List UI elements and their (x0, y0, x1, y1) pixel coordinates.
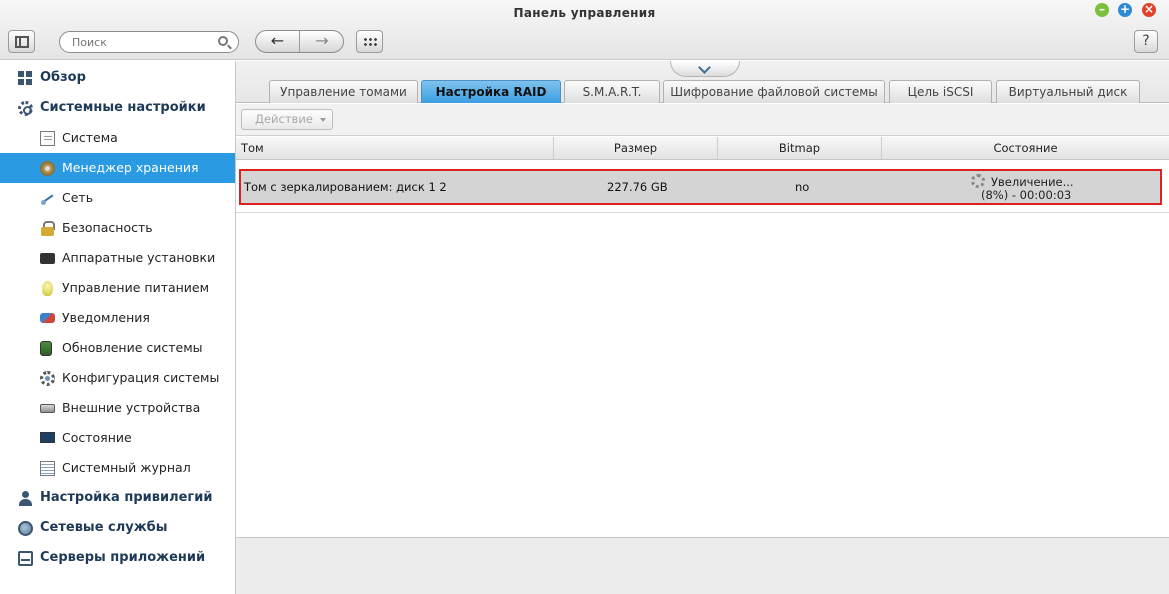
help-button[interactable]: ? (1134, 30, 1158, 53)
sidebar-item-label: Обзор (40, 70, 86, 85)
sidebar-item-overview[interactable]: Обзор (0, 63, 235, 93)
sidebar-item-label: Менеджер хранения (62, 160, 199, 175)
window-titlebar: Панель управления – + × ← → ? (0, 0, 1169, 60)
maximize-icon[interactable]: + (1118, 3, 1132, 17)
sidebar-item-label: Управление питанием (62, 280, 210, 295)
column-header-bitmap[interactable]: Bitmap (718, 137, 882, 160)
tab-volume-management[interactable]: Управление томами (269, 80, 418, 103)
back-button[interactable]: ← (256, 31, 300, 52)
external-device-icon (40, 404, 55, 413)
sidebar-item-security[interactable]: Безопасность (0, 213, 235, 243)
sidebar-item-label: Аппаратные установки (62, 250, 216, 265)
sidebar-item-notifications[interactable]: Уведомления (0, 303, 235, 333)
action-label: Действие (255, 112, 313, 126)
row-divider (236, 212, 1169, 213)
close-icon[interactable]: × (1142, 3, 1156, 17)
hardware-icon (40, 253, 55, 264)
sidebar-item-label: Системные настройки (40, 100, 206, 115)
sidebar-item-firmware-update[interactable]: Обновление системы (0, 333, 235, 363)
monitor-icon (40, 432, 55, 443)
search-icon[interactable] (218, 36, 228, 46)
log-icon (40, 461, 55, 476)
status-progress: (8%) - 00:00:03 (981, 188, 1072, 202)
tab-iscsi-target[interactable]: Цель iSCSI (889, 80, 992, 103)
loading-spinner-icon (971, 174, 985, 188)
sidebar-item-label: Состояние (62, 430, 132, 445)
table-header: Том Размер Bitmap Состояние (236, 137, 1169, 160)
config-gear-icon (40, 371, 55, 386)
size-cell: 227.76 GB (607, 180, 668, 194)
sidebar-item-app-servers[interactable]: Серверы приложений (0, 543, 235, 573)
sidebar-item-privileges[interactable]: Настройка привилегий (0, 483, 235, 513)
sidebar-item-network[interactable]: Сеть (0, 183, 235, 213)
tab-bar: Управление томами Настройка RAID S.M.A.R… (236, 61, 1169, 103)
firmware-update-icon (40, 341, 52, 356)
column-header-size[interactable]: Размер (554, 137, 718, 160)
sidebar-item-label: Системный журнал (62, 460, 191, 475)
column-header-status[interactable]: Состояние (882, 137, 1169, 160)
bulb-icon (42, 281, 53, 296)
network-icon (40, 191, 55, 206)
sidebar: Обзор Системные настройки Система Менедж… (0, 61, 236, 594)
sidebar-item-label: Сетевые службы (40, 520, 168, 535)
person-icon (18, 491, 33, 506)
tab-smart[interactable]: S.M.A.R.T. (564, 80, 660, 103)
minimize-icon[interactable]: – (1095, 3, 1109, 17)
chevron-down-icon (698, 61, 711, 74)
collapse-handle[interactable] (670, 61, 740, 77)
sidebar-item-label: Внешние устройства (62, 400, 201, 415)
sidebar-item-storage-manager[interactable]: Менеджер хранения (0, 153, 235, 183)
sidebar-item-system[interactable]: Система (0, 123, 235, 153)
status-cell: Увеличение... (8%) - 00:00:03 (971, 174, 1161, 202)
globe-icon (18, 521, 33, 536)
tab-filesystem-encryption[interactable]: Шифрование файловой системы (663, 80, 885, 103)
search-box[interactable] (59, 31, 239, 53)
nav-buttons: ← → (255, 30, 344, 53)
sidebar-item-power[interactable]: Управление питанием (0, 273, 235, 303)
apps-grid-icon (363, 37, 377, 47)
sidebar-item-label: Безопасность (62, 220, 153, 235)
sidebar-panel-icon (15, 36, 29, 48)
sidebar-item-label: Уведомления (62, 310, 150, 325)
action-toolbar: Действие (236, 104, 1169, 136)
main-panel: Управление томами Настройка RAID S.M.A.R… (236, 61, 1169, 594)
storage-disk-icon (40, 161, 55, 176)
apps-button[interactable] (356, 30, 383, 53)
lock-icon (40, 221, 55, 236)
server-icon (18, 551, 33, 566)
sidebar-item-system-log[interactable]: Системный журнал (0, 453, 235, 483)
sidebar-item-network-services[interactable]: Сетевые службы (0, 513, 235, 543)
column-header-volume[interactable]: Том (236, 137, 554, 160)
footer-bar (236, 537, 1169, 594)
sidebar-item-label: Сеть (62, 190, 94, 205)
action-dropdown-button[interactable]: Действие (241, 109, 333, 130)
forward-button[interactable]: → (300, 31, 343, 52)
sidebar-item-system-settings[interactable]: Системные настройки (0, 93, 235, 123)
sidebar-item-system-config[interactable]: Конфигурация системы (0, 363, 235, 393)
sidebar-item-label: Обновление системы (62, 340, 203, 355)
sidebar-item-status[interactable]: Состояние (0, 423, 235, 453)
sidebar-item-label: Серверы приложений (40, 550, 206, 565)
overview-grid-icon (18, 71, 33, 86)
caret-down-icon (320, 118, 326, 122)
tab-virtual-disk[interactable]: Виртуальный диск (996, 80, 1140, 103)
notification-icon (40, 313, 55, 323)
window-title: Панель управления (513, 6, 656, 20)
sidebar-item-label: Конфигурация системы (62, 370, 220, 385)
sidebar-item-label: Система (62, 130, 118, 145)
sidebar-item-label: Настройка привилегий (40, 490, 213, 505)
volume-cell: Том с зеркалированием: диск 1 2 (244, 180, 447, 194)
gear-icon (18, 101, 33, 116)
sidebar-item-hardware[interactable]: Аппаратные установки (0, 243, 235, 273)
system-doc-icon (40, 131, 55, 146)
bitmap-cell: no (795, 180, 810, 194)
status-text: Увеличение... (991, 175, 1074, 189)
sidebar-item-external-devices[interactable]: Внешние устройства (0, 393, 235, 423)
tab-raid-settings[interactable]: Настройка RAID (421, 80, 561, 103)
search-input[interactable] (72, 35, 212, 50)
table-row[interactable]: Том с зеркалированием: диск 1 2 227.76 G… (239, 169, 1162, 205)
sidebar-toggle-button[interactable] (8, 30, 35, 53)
